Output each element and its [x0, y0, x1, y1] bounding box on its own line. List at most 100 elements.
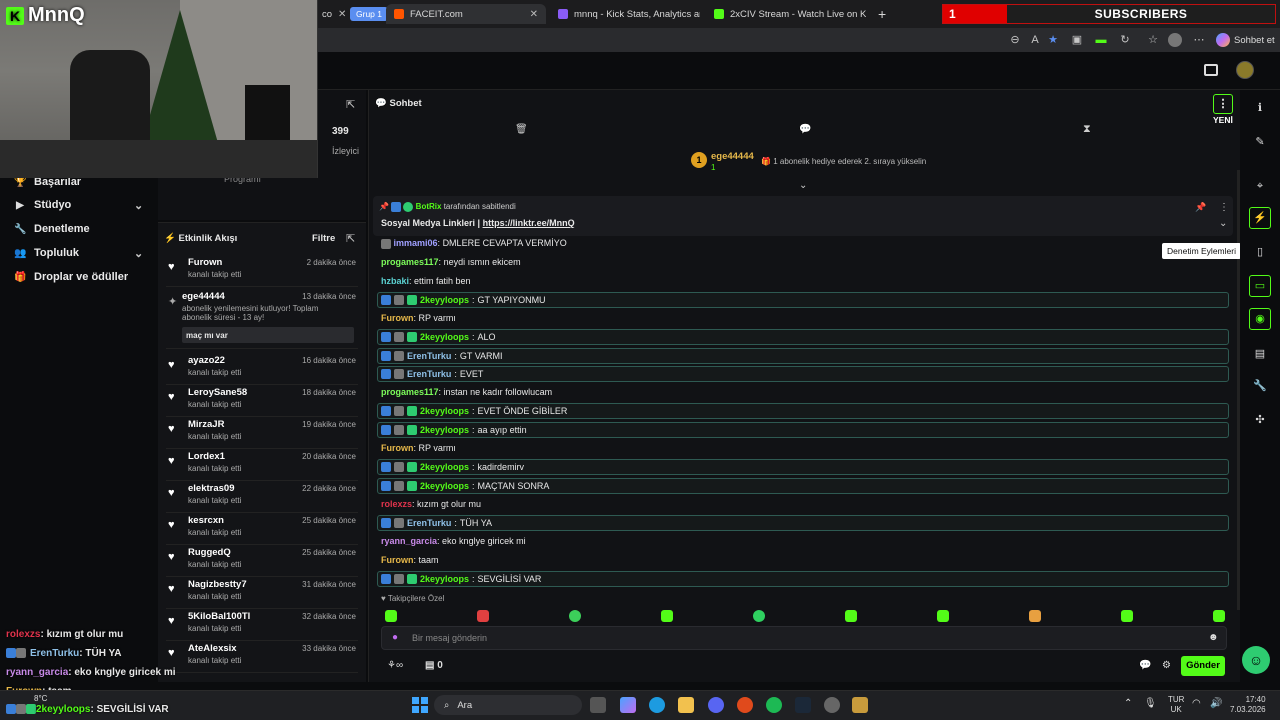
chat-username[interactable]: rolexzs — [381, 499, 412, 509]
event-user[interactable]: kesrcxn — [188, 515, 224, 526]
chat-menu-button[interactable]: ⋮ — [1213, 94, 1233, 114]
nav-drops[interactable]: 🎁 Droplar ve ödüller — [14, 271, 128, 283]
tab-mnnq-stats[interactable]: mnnq - Kick Stats, Analytics and C ✕ — [550, 4, 700, 24]
read-aloud-icon[interactable]: A — [1028, 33, 1042, 47]
discord-icon[interactable] — [708, 697, 724, 713]
edge-icon[interactable] — [649, 697, 665, 713]
emote-icon[interactable] — [385, 610, 397, 622]
filter-button[interactable]: Filtre — [312, 233, 335, 244]
more-vertical-icon[interactable]: ⋮ — [1219, 202, 1229, 213]
kick-extension-icon[interactable]: ▬ — [1094, 33, 1108, 47]
emote-icon[interactable] — [937, 610, 949, 622]
trash-icon[interactable]: ▯ — [1252, 244, 1268, 260]
volume-icon[interactable]: 🔊 — [1210, 698, 1222, 709]
chat-username[interactable]: Furown — [381, 555, 414, 565]
favorite-star-icon[interactable]: ★ — [1046, 33, 1060, 47]
pin-icon[interactable]: 📌 — [1195, 202, 1206, 213]
broadcast-icon[interactable]: ◉ — [1249, 308, 1271, 330]
microphone-icon[interactable]: ● — [392, 632, 398, 643]
chat-username[interactable]: progames117 — [381, 387, 439, 397]
tab-partial[interactable]: co ✕ — [314, 4, 348, 24]
chat-username[interactable]: 2keyyloops — [420, 462, 469, 472]
copilot-button[interactable]: Sohbet et — [1216, 33, 1275, 47]
event-user[interactable]: Nagizbestty7 — [188, 579, 247, 590]
refresh-extension-icon[interactable]: ↻ — [1118, 33, 1132, 47]
tray-chevron-up-icon[interactable]: ⌃ — [1124, 698, 1132, 709]
event-user[interactable]: Furown — [188, 257, 222, 268]
steam-icon[interactable] — [795, 697, 811, 713]
pinned-link[interactable]: https://linktr.ee/MnnQ — [483, 218, 575, 228]
emoji-icon[interactable]: ☻ — [1208, 632, 1219, 643]
printer-icon[interactable]: ▤ — [1252, 346, 1268, 362]
task-view-icon[interactable] — [590, 697, 606, 713]
event-user[interactable]: 5KiloBal100Tl — [188, 611, 250, 622]
emote-icon[interactable] — [569, 610, 581, 622]
chat-username[interactable]: 2keyyloops — [420, 481, 469, 491]
event-user[interactable]: MirzaJR — [188, 419, 224, 430]
chat-username[interactable]: progames117 — [381, 257, 439, 267]
chat-username[interactable]: immami06 — [394, 238, 438, 248]
chat-username[interactable]: 2keyyloops — [420, 295, 469, 305]
chat-username[interactable]: ErenTurku — [407, 351, 451, 361]
spotify-icon[interactable] — [766, 697, 782, 713]
clock[interactable]: 17:40 7.03.2026 — [1230, 695, 1266, 715]
tab-group-chip[interactable]: Grup 1 — [350, 7, 388, 21]
language-indicator[interactable]: TUR UK — [1168, 695, 1184, 715]
chat-username[interactable]: hzbaki — [381, 276, 409, 286]
tab-kick-stream[interactable]: 2xCIV Stream - Watch Live on Kick ✕ — [706, 4, 866, 24]
close-icon[interactable]: ✕ — [530, 9, 538, 20]
info-icon[interactable]: ℹ — [1252, 100, 1268, 116]
event-user[interactable]: ege44444 — [182, 291, 225, 302]
wrench-icon[interactable]: 🔧 — [1252, 378, 1268, 394]
chat-icon[interactable]: ▭ — [1249, 275, 1271, 297]
zoom-icon[interactable]: ⊖ — [1008, 33, 1022, 47]
wifi-icon[interactable]: ◠ — [1192, 698, 1201, 709]
emote-icon[interactable] — [845, 610, 857, 622]
taskbar-search[interactable]: ⌕ Ara — [434, 695, 582, 715]
studio-icon[interactable] — [1204, 64, 1218, 76]
emote-icon[interactable] — [661, 610, 673, 622]
close-icon[interactable]: ✕ — [338, 9, 346, 20]
hourglass-icon[interactable]: ⧗ — [1083, 123, 1091, 136]
chat-bubble-icon[interactable]: 💬 — [1139, 660, 1151, 671]
chat-username[interactable]: Furown — [381, 313, 414, 323]
pinned-by-user[interactable]: BotRix — [416, 202, 442, 211]
channel-points-icon[interactable]: ⚘∞ — [387, 660, 403, 671]
target-icon[interactable]: ⌖ — [1252, 178, 1268, 194]
emote-icon[interactable] — [1213, 610, 1225, 622]
chat-username[interactable]: ErenTurku — [407, 518, 451, 528]
chat-username[interactable]: ErenTurku — [407, 369, 451, 379]
user-avatar[interactable] — [1236, 61, 1254, 79]
chevron-down-icon[interactable]: ⌄ — [1219, 218, 1227, 229]
expand-icon[interactable]: ⇱ — [346, 232, 355, 245]
profile-avatar[interactable] — [1168, 33, 1182, 47]
chat-username[interactable]: 2keyyloops — [420, 425, 469, 435]
emote-icon[interactable] — [1121, 610, 1133, 622]
emote-icon[interactable] — [477, 610, 489, 622]
event-user[interactable]: LeroySane58 — [188, 387, 247, 398]
new-tab-icon[interactable]: + — [870, 4, 890, 24]
tab-faceit[interactable]: FACEIT.com ✕ — [386, 4, 546, 24]
windows-start-icon[interactable] — [412, 697, 428, 713]
copilot-app-icon[interactable] — [620, 697, 636, 713]
event-user[interactable]: ayazo22 — [188, 355, 225, 366]
obs-icon[interactable] — [824, 697, 840, 713]
gift-leader-user[interactable]: ege44444 — [711, 151, 754, 162]
more-icon[interactable]: ⋯ — [1192, 33, 1206, 47]
support-button-icon[interactable]: ☺ — [1242, 646, 1270, 674]
chat-username[interactable]: Furown — [381, 443, 414, 453]
gear-icon[interactable]: ⚙ — [1162, 660, 1171, 671]
expand-icon[interactable]: ⇱ — [346, 98, 355, 111]
emote-icon[interactable] — [753, 610, 765, 622]
chat-input[interactable]: ● Bir mesaj gönderin ☻ — [381, 626, 1227, 650]
points-display[interactable]: ▤ 0 — [425, 660, 443, 671]
chat-username[interactable]: 2keyyloops — [420, 406, 469, 416]
league-icon[interactable] — [852, 697, 868, 713]
emote-icon[interactable] — [1029, 610, 1041, 622]
chat-username[interactable]: ryann_garcia — [381, 536, 437, 546]
chat-username[interactable]: 2keyyloops — [420, 574, 469, 584]
nav-community[interactable]: 👥 Topluluk ⌄ — [14, 247, 154, 260]
trash-icon[interactable]: 🗑 — [515, 124, 528, 135]
pencil-icon[interactable]: ✎ — [1252, 134, 1268, 150]
chat-username[interactable]: 2keyyloops — [420, 332, 469, 342]
